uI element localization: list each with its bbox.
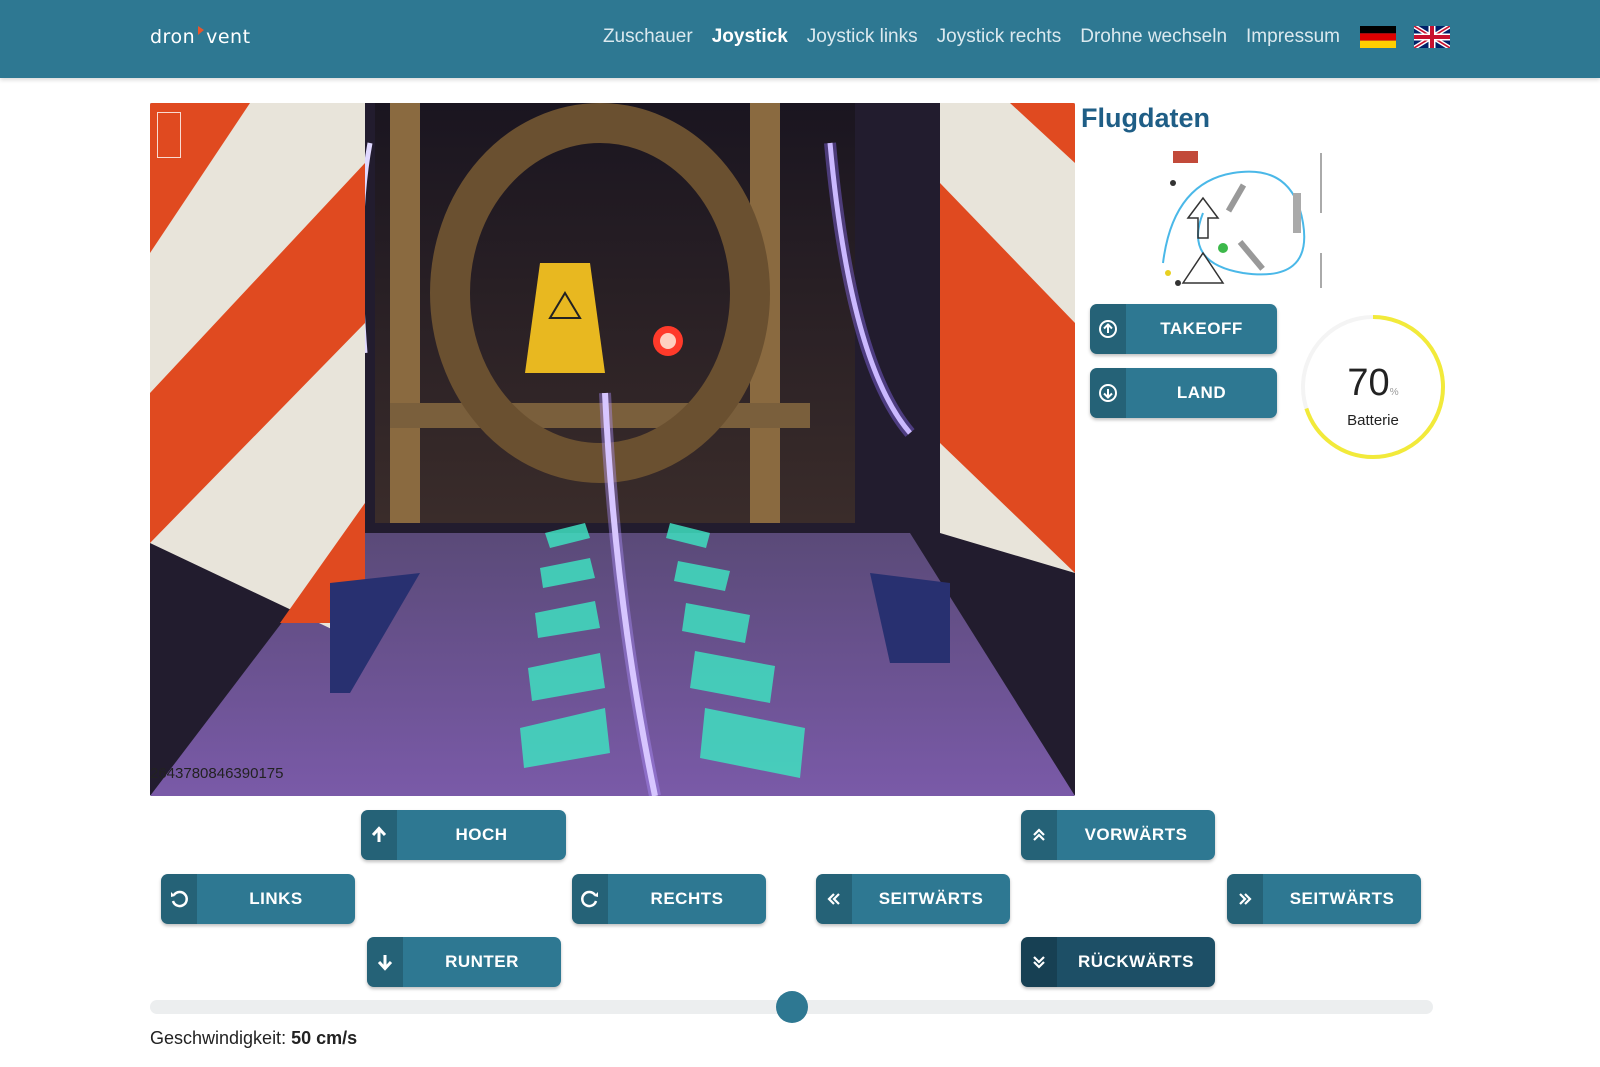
- vorwaerts-label: VORWÄRTS: [1084, 825, 1188, 844]
- speed-value: 50 cm/s: [291, 1028, 358, 1048]
- battery-number: 70: [1347, 362, 1390, 404]
- video-osd-marker: [157, 112, 181, 158]
- takeoff-button[interactable]: TAKEOFF: [1090, 304, 1277, 354]
- runter-label: RUNTER: [445, 952, 519, 971]
- double-chevron-down-icon: [1021, 937, 1057, 987]
- battery-value: 70%: [1298, 362, 1448, 405]
- battery-label: Batterie: [1347, 412, 1399, 429]
- speed-slider-thumb[interactable]: [775, 991, 808, 1023]
- speed-label: Geschwindigkeit:: [150, 1028, 287, 1048]
- logo-text-right: vent: [206, 26, 251, 48]
- arrow-up-icon: [361, 810, 397, 860]
- flight-data-title: Flugdaten: [1081, 103, 1210, 133]
- rotate-right-icon: [572, 874, 608, 924]
- seitwaerts-right-label: SEITWÄRTS: [1289, 889, 1395, 908]
- links-button[interactable]: LINKS: [161, 874, 355, 924]
- double-chevron-up-icon: [1021, 810, 1057, 860]
- logo-text-left: dron: [150, 26, 196, 48]
- arrow-circle-up-icon: [1090, 304, 1126, 354]
- logo-drop-icon: [198, 26, 205, 35]
- rueckwaerts-button[interactable]: RÜCKWÄRTS: [1021, 937, 1215, 987]
- battery-gauge: 70% Batterie: [1298, 312, 1448, 462]
- rechts-button[interactable]: RECHTS: [572, 874, 766, 924]
- seitwaerts-left-label: SEITWÄRTS: [878, 889, 984, 908]
- top-navbar: dron vent Zuschauer Joystick Joystick li…: [0, 0, 1600, 78]
- rechts-label: RECHTS: [650, 889, 724, 908]
- runter-button[interactable]: RUNTER: [367, 937, 561, 987]
- battery-unit: %: [1389, 387, 1399, 398]
- video-frame-image: [150, 103, 1075, 796]
- seitwaerts-left-button[interactable]: SEITWÄRTS: [816, 874, 1010, 924]
- video-stream-id: 2643780846390175: [150, 765, 284, 782]
- arrow-circle-down-icon: [1090, 368, 1126, 418]
- links-label: LINKS: [249, 889, 303, 908]
- land-button[interactable]: LAND: [1090, 368, 1277, 418]
- dronevent-logo[interactable]: dron vent: [150, 22, 251, 52]
- drone-video-feed[interactable]: 2643780846390175: [150, 103, 1075, 796]
- land-label: LAND: [1176, 383, 1227, 402]
- double-chevron-right-icon: [1227, 874, 1263, 924]
- takeoff-label: TAKEOFF: [1160, 319, 1243, 338]
- seitwaerts-right-button[interactable]: SEITWÄRTS: [1227, 874, 1421, 924]
- vorwaerts-button[interactable]: VORWÄRTS: [1021, 810, 1215, 860]
- german-flag-icon[interactable]: [1360, 26, 1396, 48]
- arrow-down-icon: [367, 937, 403, 987]
- hoch-label: HOCH: [455, 825, 508, 844]
- rueckwaerts-label: RÜCKWÄRTS: [1078, 952, 1194, 971]
- course-map-image: [1143, 143, 1343, 295]
- nav-impressum[interactable]: Impressum: [1246, 26, 1340, 48]
- main-nav: Zuschauer Joystick Joystick links Joysti…: [584, 26, 1450, 48]
- nav-joystick-links[interactable]: Joystick links: [807, 26, 918, 48]
- nav-joystick[interactable]: Joystick: [712, 26, 788, 48]
- hoch-button[interactable]: HOCH: [361, 810, 566, 860]
- rotate-left-icon: [161, 874, 197, 924]
- nav-drohne-wechseln[interactable]: Drohne wechseln: [1080, 26, 1227, 48]
- nav-joystick-rechts[interactable]: Joystick rechts: [937, 26, 1062, 48]
- uk-flag-icon[interactable]: [1414, 26, 1450, 48]
- speed-readout: Geschwindigkeit: 50 cm/s: [150, 1028, 357, 1049]
- nav-zuschauer[interactable]: Zuschauer: [603, 26, 693, 48]
- double-chevron-left-icon: [816, 874, 852, 924]
